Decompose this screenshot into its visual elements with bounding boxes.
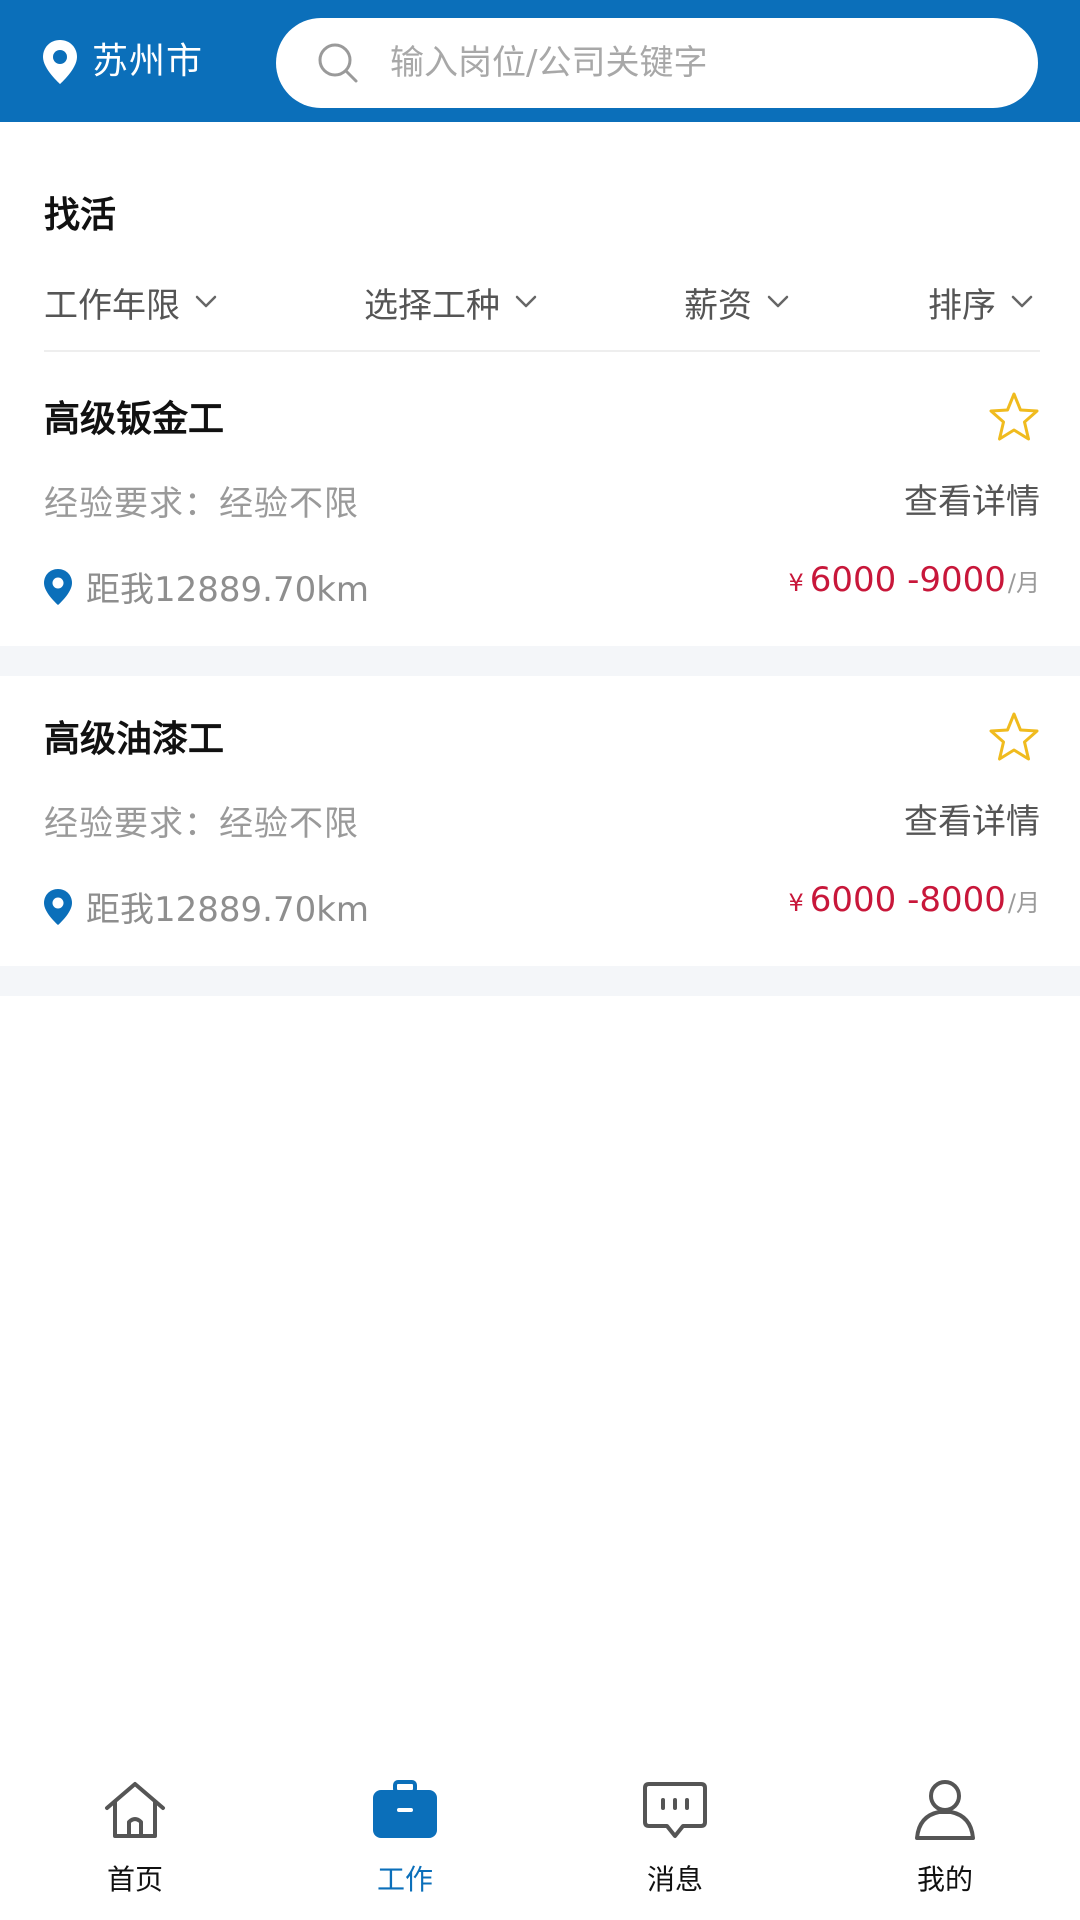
nav-profile[interactable]: 我的 — [810, 1760, 1080, 1920]
city-label: 苏州市 — [92, 41, 204, 82]
bottom-nav: 首页 工作 消息 我的 — [0, 1760, 1080, 1920]
job-title: 高级钣金工 — [44, 399, 225, 440]
nav-work[interactable]: 工作 — [270, 1760, 540, 1920]
distance: 距我12889.70km — [42, 562, 369, 611]
nav-messages[interactable]: 消息 — [540, 1760, 810, 1920]
card-separator — [0, 646, 1080, 676]
location-pin-icon — [43, 40, 77, 84]
distance: 距我12889.70km — [42, 882, 369, 931]
user-icon — [915, 1780, 975, 1840]
filter-label: 薪资 — [684, 285, 752, 326]
job-title: 高级油漆工 — [44, 719, 225, 760]
filter-job-type[interactable]: 选择工种 — [364, 270, 538, 334]
filter-label: 选择工种 — [364, 285, 500, 326]
nav-label: 消息 — [646, 1863, 703, 1896]
chevron-down-icon — [1011, 295, 1033, 308]
filter-work-years[interactable]: 工作年限 — [44, 270, 218, 334]
search-icon — [318, 43, 358, 83]
message-icon — [643, 1782, 707, 1838]
nav-label: 工作 — [376, 1863, 433, 1896]
salary-range: 6000 -9000 — [809, 560, 1006, 600]
chevron-down-icon — [195, 295, 217, 308]
filter-bar: 工作年限 选择工种 薪资 排序 — [0, 270, 1080, 334]
home-icon — [105, 1782, 165, 1838]
search-input[interactable] — [388, 42, 1008, 84]
salary: ¥ 6000 -9000 /月 — [788, 560, 1040, 600]
filter-salary[interactable]: 薪资 — [684, 270, 790, 334]
nav-label: 我的 — [916, 1863, 973, 1896]
filter-label: 排序 — [928, 285, 996, 326]
view-details-link[interactable]: 查看详情 — [904, 474, 1040, 523]
nav-home[interactable]: 首页 — [0, 1760, 270, 1920]
distance-text: 距我12889.70km — [86, 570, 370, 610]
chevron-down-icon — [767, 295, 789, 308]
divider — [44, 350, 1040, 352]
search-bar[interactable] — [276, 18, 1038, 108]
filter-label: 工作年限 — [44, 285, 180, 326]
salary-unit: /月 — [1007, 569, 1040, 597]
currency-symbol: ¥ — [788, 569, 804, 597]
filter-sort[interactable]: 排序 — [928, 270, 1034, 334]
view-details-link[interactable]: 查看详情 — [904, 794, 1040, 843]
distance-text: 距我12889.70km — [86, 890, 370, 930]
star-icon[interactable] — [986, 390, 1042, 446]
chevron-down-icon — [515, 295, 537, 308]
job-card[interactable]: 高级油漆工 经验要求：经验不限 查看详情 距我12889.70km ¥ 6000… — [0, 676, 1080, 966]
experience-requirement: 经验要求：经验不限 — [44, 804, 359, 844]
salary: ¥ 6000 -8000 /月 — [788, 880, 1040, 920]
currency-symbol: ¥ — [788, 889, 804, 917]
salary-range: 6000 -8000 — [809, 880, 1006, 920]
salary-unit: /月 — [1007, 889, 1040, 917]
location-pin-icon — [44, 568, 72, 605]
card-separator — [0, 966, 1080, 996]
top-bar: 苏州市 — [0, 0, 1080, 122]
job-card[interactable]: 高级钣金工 经验要求：经验不限 查看详情 距我12889.70km ¥ 6000… — [0, 356, 1080, 646]
page: 苏州市 找活 工作年限 选择工种 薪资 — [0, 0, 1080, 1920]
city-selector[interactable]: 苏州市 — [40, 38, 203, 86]
experience-requirement: 经验要求：经验不限 — [44, 484, 359, 524]
location-pin-icon — [44, 888, 72, 925]
page-title: 找活 — [44, 195, 117, 236]
star-icon[interactable] — [986, 710, 1042, 766]
briefcase-icon — [373, 1780, 437, 1838]
nav-label: 首页 — [106, 1863, 163, 1896]
